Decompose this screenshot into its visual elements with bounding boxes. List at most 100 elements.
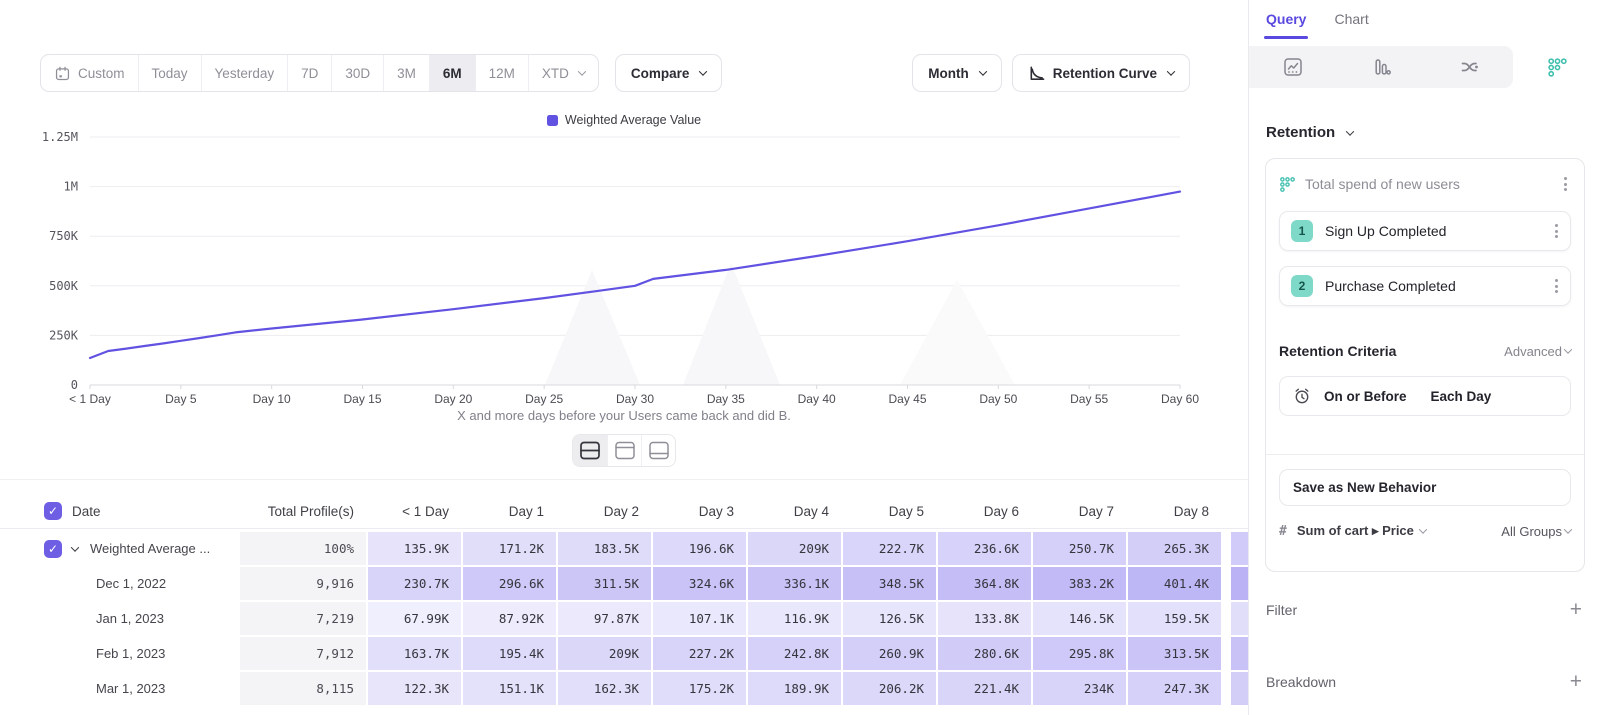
kebab-menu-icon[interactable]	[1551, 275, 1562, 297]
compare-button[interactable]: Compare	[615, 54, 723, 92]
chart-legend[interactable]: Weighted Average Value	[0, 113, 1248, 127]
retention-value-cell: 364.8K	[938, 567, 1033, 600]
groups-scope-dropdown[interactable]: All Groups	[1501, 524, 1571, 539]
svg-text:250K: 250K	[49, 328, 79, 342]
retention-table: ✓DateTotal Profile(s)< 1 DayDay 1Day 2Da…	[0, 494, 1248, 707]
range-today[interactable]: Today	[138, 55, 201, 91]
active-tab-underline	[1264, 36, 1308, 39]
table-view-toggle[interactable]	[641, 435, 675, 466]
retention-value-cell: 97.87K	[558, 602, 653, 635]
add-filter-button[interactable]: +	[1570, 599, 1582, 620]
step-sign-up-completed[interactable]: 1 Sign Up Completed	[1279, 211, 1571, 251]
step-purchase-completed[interactable]: 2 Purchase Completed	[1279, 266, 1571, 306]
column-header-date[interactable]: Date	[72, 504, 101, 519]
retention-value-cell: 348.5K	[843, 567, 938, 600]
range-yesterday[interactable]: Yesterday	[201, 55, 288, 91]
kebab-menu-icon[interactable]	[1560, 173, 1571, 195]
chart-type-button[interactable]: Retention Curve	[1012, 54, 1190, 92]
column-header-total[interactable]: Total Profile(s)	[240, 494, 368, 528]
add-breakdown-button[interactable]: +	[1570, 671, 1582, 692]
range-7d[interactable]: 7D	[287, 55, 331, 91]
chart-view-toggle[interactable]	[607, 435, 641, 466]
save-as-new-behavior-button[interactable]: Save as New Behavior	[1279, 469, 1571, 506]
column-header-day-2[interactable]: Day 2	[558, 494, 653, 528]
svg-text:Day 10: Day 10	[253, 392, 291, 406]
table-header-row: ✓DateTotal Profile(s)< 1 DayDay 1Day 2Da…	[0, 494, 1248, 529]
chevron-down-icon	[1167, 67, 1175, 75]
retention-value-cell: 175.2K	[653, 672, 748, 705]
criteria-condition-row[interactable]: On or Before Each Day	[1279, 376, 1571, 416]
svg-text:750K: 750K	[49, 229, 79, 243]
granularity-button[interactable]: Month	[912, 54, 1001, 92]
column-header-day-8[interactable]: Day 8	[1128, 494, 1223, 528]
retention-report-app: CustomTodayYesterday7D30D3M6M12MXTD Comp…	[0, 0, 1600, 715]
column-header-day-4[interactable]: Day 4	[748, 494, 843, 528]
funnels-icon[interactable]	[1337, 46, 1425, 88]
flows-icon[interactable]	[1425, 46, 1513, 88]
expand-chevron-icon[interactable]	[71, 543, 79, 551]
filter-label: Filter	[1266, 602, 1570, 618]
retention-value-cell: 209K	[558, 637, 653, 670]
retention-value-cell: 171.2K	[463, 532, 558, 565]
svg-text:< 1 Day: < 1 Day	[69, 392, 111, 406]
tab-chart[interactable]: Chart	[1334, 11, 1368, 36]
retention-value-cell: 324.6K	[653, 567, 748, 600]
tab-query[interactable]: Query	[1266, 11, 1306, 36]
row-date-label: Feb 1, 2023	[96, 646, 165, 661]
row-checkbox[interactable]: ✓	[44, 540, 62, 558]
column-header-day-6[interactable]: Day 6	[938, 494, 1033, 528]
save-behavior-label: Save as New Behavior	[1293, 480, 1436, 495]
retention-value-cell: 383.2K	[1033, 567, 1128, 600]
alarm-clock-icon	[1292, 386, 1312, 406]
column-header-day-3[interactable]: Day 3	[653, 494, 748, 528]
range-3m[interactable]: 3M	[383, 55, 429, 91]
retention-value-cell: 336.1K	[748, 567, 843, 600]
retention-icon[interactable]	[1513, 46, 1600, 88]
column-header-day-1[interactable]: Day 1	[463, 494, 558, 528]
table-row[interactable]: Jan 1, 20237,21967.99K87.92K97.87K107.1K…	[0, 602, 1248, 635]
retention-line-chart[interactable]: 1.25M1M750K500K250K0< 1 DayDay 5Day 10Da…	[0, 130, 1248, 412]
column-header-day-5[interactable]: Day 5	[843, 494, 938, 528]
row-date-label: Mar 1, 2023	[96, 681, 165, 696]
table-row[interactable]: Mar 1, 20238,115122.3K151.1K162.3K175.2K…	[0, 672, 1248, 705]
svg-text:Day 50: Day 50	[979, 392, 1017, 406]
chart-type-label: Retention Curve	[1053, 66, 1157, 81]
retention-value-cell: 221.4K	[938, 672, 1033, 705]
split-view-toggle[interactable]	[573, 435, 607, 466]
column-header-day-0[interactable]: < 1 Day	[368, 494, 463, 528]
measure-property-dropdown[interactable]: Sum of cart ▸ Price	[1297, 523, 1414, 539]
retention-value-cell: 162.3K	[558, 672, 653, 705]
step-number-badge: 1	[1291, 220, 1313, 242]
range-custom[interactable]: Custom	[41, 55, 138, 91]
total-profiles-cell: 7,912	[240, 637, 368, 670]
total-profiles-cell: 9,916	[240, 567, 368, 600]
retention-value-cell: 280.6K	[938, 637, 1033, 670]
table-row[interactable]: ✓Weighted Average ...100%135.9K171.2K183…	[0, 532, 1248, 565]
insights-icon[interactable]	[1249, 46, 1337, 88]
range-6m[interactable]: 6M	[429, 55, 475, 91]
range-12m[interactable]: 12M	[475, 55, 528, 91]
section-divider	[0, 479, 1248, 480]
retention-value-cell: 247.3K	[1128, 672, 1223, 705]
criteria-mode-dropdown[interactable]: Advanced	[1504, 344, 1571, 359]
range-xtd[interactable]: XTD	[528, 55, 598, 91]
svg-text:Day 15: Day 15	[343, 392, 381, 406]
column-header-day-7[interactable]: Day 7	[1033, 494, 1128, 528]
svg-text:500K: 500K	[49, 279, 79, 293]
select-all-checkbox[interactable]: ✓	[44, 502, 62, 520]
compare-label: Compare	[631, 66, 690, 81]
table-row[interactable]: Dec 1, 20229,916230.7K296.6K311.5K324.6K…	[0, 567, 1248, 600]
table-row[interactable]: Feb 1, 20237,912163.7K195.4K209K227.2K24…	[0, 637, 1248, 670]
step-number-badge: 2	[1291, 275, 1313, 297]
kebab-menu-icon[interactable]	[1551, 220, 1562, 242]
retention-value-cell: 227.2K	[653, 637, 748, 670]
report-section-dropdown[interactable]: Retention	[1266, 124, 1353, 141]
range-30d[interactable]: 30D	[331, 55, 383, 91]
retention-value-cell: 196.6K	[653, 532, 748, 565]
retention-value-cell: 151.1K	[463, 672, 558, 705]
svg-text:1.25M: 1.25M	[42, 130, 78, 144]
retention-value-cell: 116.9K	[748, 602, 843, 635]
granularity-label: Month	[928, 66, 968, 81]
chevron-down-icon	[1346, 127, 1354, 135]
clipped-day9-cell	[1231, 567, 1248, 600]
